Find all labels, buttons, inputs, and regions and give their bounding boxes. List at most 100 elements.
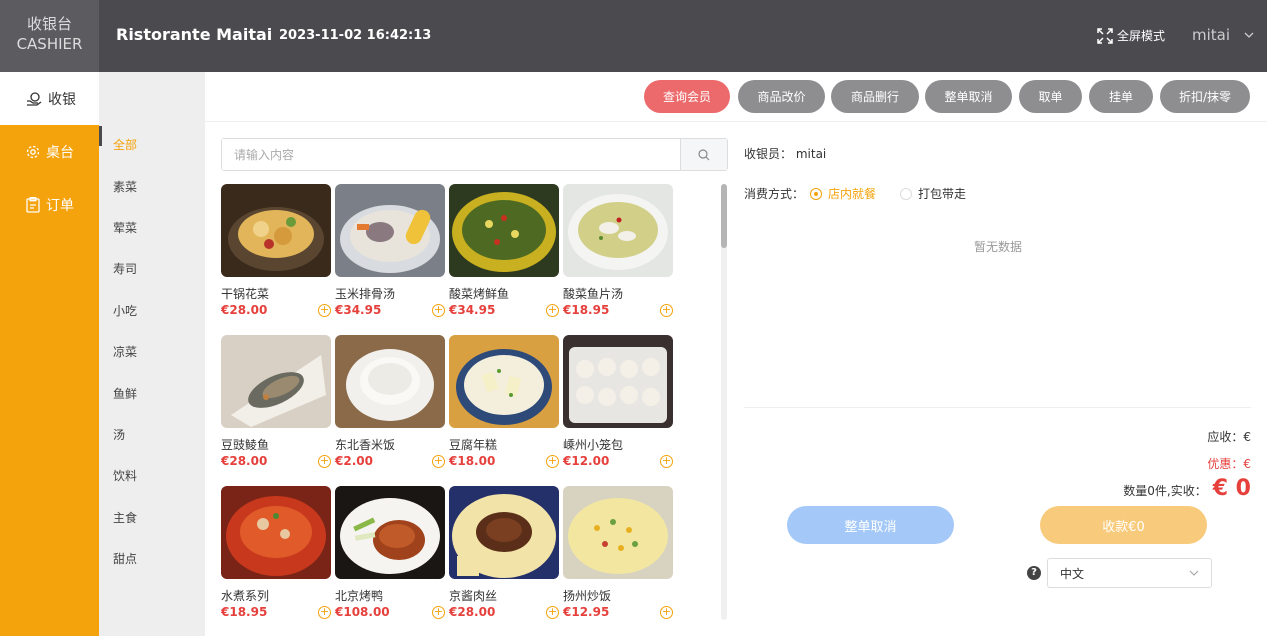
product-price: €34.95: [335, 303, 382, 317]
radio-takeaway[interactable]: 打包带走: [900, 185, 966, 202]
product-card[interactable]: 扬州炒饭 €12.95 +: [563, 486, 673, 626]
add-to-order-icon[interactable]: +: [432, 455, 445, 468]
product-name: 干锅花菜: [221, 287, 270, 301]
add-to-order-icon[interactable]: +: [318, 606, 331, 619]
consumption-mode: 消费方式： 店内就餐 打包带走: [744, 185, 966, 202]
search-input[interactable]: [222, 139, 680, 170]
add-to-order-icon[interactable]: +: [660, 455, 673, 468]
radio-dine-in[interactable]: 店内就餐: [810, 185, 876, 202]
discount-button[interactable]: 折扣/抹零: [1160, 80, 1250, 113]
product-price: €18.00: [449, 454, 496, 468]
product-image: [221, 486, 331, 579]
gear-icon: [26, 145, 40, 158]
add-to-order-icon[interactable]: +: [660, 304, 673, 317]
nav-label: 桌台: [46, 144, 74, 161]
fullscreen-label: 全屏模式: [1117, 29, 1166, 43]
product-image: [563, 486, 673, 579]
category-item[interactable]: 荤菜: [99, 207, 205, 248]
query-member-button[interactable]: 查询会员: [644, 80, 730, 113]
delete-line-button[interactable]: 商品删行: [831, 80, 919, 113]
cancel-order-button[interactable]: 整单取消: [925, 80, 1012, 113]
language-select[interactable]: 中文: [1047, 558, 1212, 588]
product-name: 水煮系列: [221, 589, 270, 603]
help-icon[interactable]: ?: [1027, 566, 1041, 580]
product-card[interactable]: 酸菜烤鲜鱼 €34.95 +: [449, 184, 559, 324]
category-item[interactable]: 主食: [99, 497, 205, 538]
category-item[interactable]: 甜点: [99, 538, 205, 579]
product-price: €108.00: [335, 605, 390, 619]
category-item[interactable]: 寿司: [99, 248, 205, 289]
store-name: Ristorante Maitai: [116, 25, 273, 44]
product-price: €28.00: [221, 454, 268, 468]
fullscreen-icon: [1097, 27, 1113, 44]
product-price: €2.00: [335, 454, 373, 468]
nav-item-orders[interactable]: 订单: [0, 178, 99, 231]
product-name: 酸菜烤鲜鱼: [449, 287, 510, 301]
product-card[interactable]: 北京烤鸭 €108.00 +: [335, 486, 445, 626]
product-price: €28.00: [449, 605, 496, 619]
product-price: €12.00: [563, 454, 610, 468]
product-image: [335, 335, 445, 428]
clipboard-icon: [26, 196, 40, 213]
add-to-order-icon[interactable]: +: [546, 304, 559, 317]
retrieve-order-button[interactable]: 取单: [1019, 80, 1082, 113]
language-value: 中文: [1060, 566, 1085, 581]
product-image: [563, 184, 673, 277]
product-name: 豆豉鲮鱼: [221, 438, 270, 452]
nav-item-cashier[interactable]: 收银: [0, 72, 99, 125]
discount-amount: 优惠：€: [1207, 457, 1251, 471]
product-card[interactable]: 玉米排骨汤 €34.95 +: [335, 184, 445, 324]
app-header: 收银台 CASHIER Ristorante Maitai 2023-11-02…: [0, 0, 1267, 72]
add-to-order-icon[interactable]: +: [546, 455, 559, 468]
chevron-down-icon: [1189, 570, 1199, 576]
product-name: 扬州炒饭: [563, 589, 612, 603]
scrollbar-thumb[interactable]: [721, 184, 727, 248]
product-price: €34.95: [449, 303, 496, 317]
search-button[interactable]: [680, 139, 727, 170]
add-to-order-icon[interactable]: +: [432, 606, 445, 619]
product-card[interactable]: 京酱肉丝 €28.00 +: [449, 486, 559, 626]
product-image: [221, 184, 331, 277]
fullscreen-button[interactable]: 全屏模式: [1097, 27, 1165, 44]
user-menu[interactable]: mitai: [1192, 26, 1254, 44]
add-to-order-icon[interactable]: +: [432, 304, 445, 317]
nav-label: 订单: [46, 197, 74, 214]
product-card[interactable]: 干锅花菜 €28.00 +: [221, 184, 331, 324]
category-item[interactable]: 素菜: [99, 165, 205, 206]
add-to-order-icon[interactable]: +: [546, 606, 559, 619]
empty-order-text: 暂无数据: [974, 240, 1023, 254]
cashier-name: mitai: [795, 147, 827, 161]
cashier-info: 收银员： mitai: [744, 145, 826, 162]
product-search: [221, 138, 728, 171]
product-card[interactable]: 嵊州小笼包 €12.00 +: [563, 335, 673, 475]
product-card[interactable]: 水煮系列 €18.95 +: [221, 486, 331, 626]
product-image: [335, 486, 445, 579]
product-card[interactable]: 豆豉鲮鱼 €28.00 +: [221, 335, 331, 475]
category-item[interactable]: 凉菜: [99, 331, 205, 372]
cancel-order-bottom-button[interactable]: 整单取消: [787, 506, 954, 544]
product-card[interactable]: 酸菜鱼片汤 €18.95 +: [563, 184, 673, 324]
change-price-button[interactable]: 商品改价: [738, 80, 825, 113]
nav-item-tables[interactable]: 桌台: [0, 125, 99, 178]
product-name: 豆腐年糕: [449, 438, 498, 452]
product-card[interactable]: 豆腐年糕 €18.00 +: [449, 335, 559, 475]
category-item[interactable]: 鱼鲜: [99, 372, 205, 413]
category-item[interactable]: 全部: [99, 124, 205, 165]
category-item[interactable]: 小吃: [99, 290, 205, 331]
add-to-order-icon[interactable]: +: [318, 455, 331, 468]
add-to-order-icon[interactable]: +: [318, 304, 331, 317]
product-image: [449, 184, 559, 277]
radio-label: 店内就餐: [828, 187, 877, 201]
product-card[interactable]: 东北香米饭 €2.00 +: [335, 335, 445, 475]
category-item[interactable]: 汤: [99, 414, 205, 455]
collect-payment-button[interactable]: 收款€0: [1040, 506, 1207, 544]
mode-label: 消费方式：: [744, 187, 805, 201]
total-amount: € 0: [1212, 476, 1251, 501]
logo-subtitle: CASHIER: [16, 35, 83, 53]
logo-title: 收银台: [26, 15, 72, 33]
category-item[interactable]: 饮料: [99, 455, 205, 496]
order-total: 数量0件,实收： € 0: [1123, 476, 1251, 501]
hold-order-button[interactable]: 挂单: [1089, 80, 1153, 113]
add-to-order-icon[interactable]: +: [660, 606, 673, 619]
product-scrollbar[interactable]: [721, 184, 727, 620]
